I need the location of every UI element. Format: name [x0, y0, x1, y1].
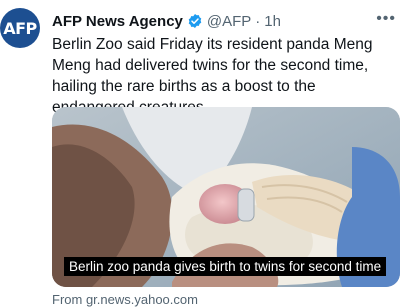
video-caption: Berlin zoo panda gives birth to twins fo…	[64, 257, 387, 276]
tweet-header: AFP News Agency @AFP · 1h	[52, 10, 390, 32]
verified-badge-icon	[188, 14, 202, 28]
more-options-icon[interactable]: •••	[376, 10, 396, 28]
tweet-timestamp[interactable]: 1h	[264, 13, 281, 30]
account-name[interactable]: AFP News Agency	[52, 13, 183, 30]
account-handle[interactable]: @AFP	[207, 13, 251, 30]
tweet-media[interactable]: Berlin zoo panda gives birth to twins fo…	[52, 107, 400, 287]
account-avatar[interactable]: AFP	[0, 8, 40, 48]
tweet-text: Berlin Zoo said Friday its resident pand…	[52, 36, 373, 116]
avatar-label: AFP	[3, 18, 37, 38]
separator-dot: ·	[255, 12, 261, 30]
